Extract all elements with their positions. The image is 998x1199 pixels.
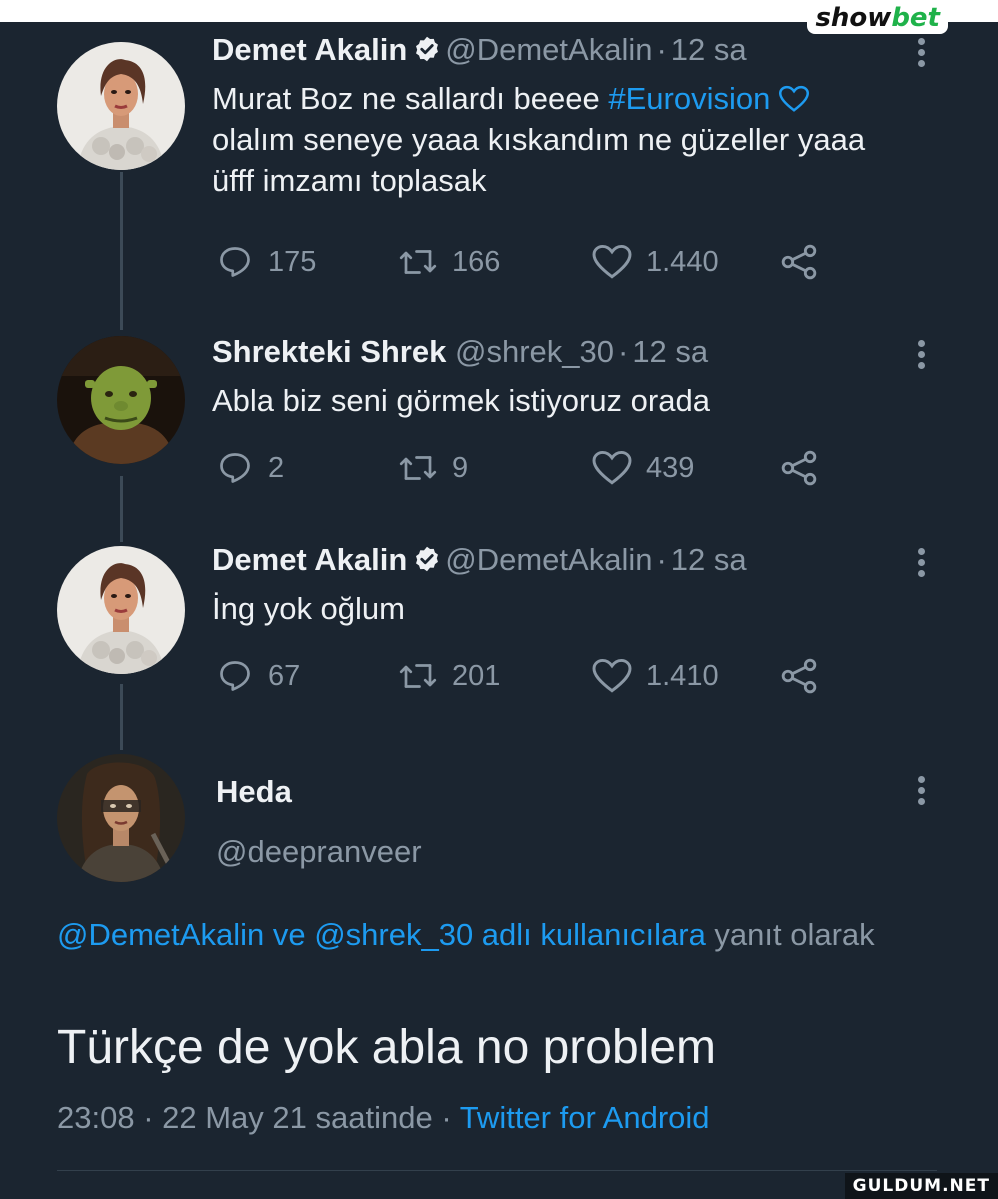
hashtag-link[interactable]: #Eurovision: [608, 81, 770, 116]
mention-link[interactable]: @DemetAkalin: [57, 917, 264, 952]
author-name[interactable]: Shrekteki Shrek: [212, 334, 446, 369]
like-count: 439: [646, 451, 695, 484]
tweet-time[interactable]: 12 sa: [671, 32, 747, 67]
like-icon: [592, 658, 632, 693]
tweet-3[interactable]: Demet Akalin @DemetAkalin · 12 sa İng yok o…: [0, 540, 998, 710]
tweet-text: Abla biz seni görmek istiyoruz orada: [212, 383, 710, 418]
retweet-count: 9: [452, 451, 469, 484]
retweet-icon: [399, 456, 437, 480]
share-icon: [781, 658, 817, 694]
reply-icon: [220, 453, 250, 483]
verified-badge-icon: [416, 36, 439, 62]
reply-icon: [220, 247, 250, 277]
more-options-icon[interactable]: [906, 34, 936, 74]
tweet-actions: 2 9 439: [212, 448, 852, 488]
author-name[interactable]: Demet Akalin: [212, 542, 407, 577]
share-button[interactable]: [780, 448, 832, 488]
reply-count: 175: [268, 245, 317, 278]
like-icon: [592, 244, 632, 279]
tweet-source[interactable]: Twitter for Android: [460, 1100, 710, 1135]
share-button[interactable]: [780, 242, 832, 282]
tweet-timestamp[interactable]: 23:08 · 22 May 21 saatinde: [57, 1100, 433, 1135]
retweet-icon: [399, 664, 437, 688]
separator-dot: ·: [656, 542, 667, 577]
share-button[interactable]: [780, 656, 832, 696]
like-button[interactable]: 1.440: [592, 242, 719, 282]
author-name[interactable]: Demet Akalin: [212, 32, 407, 67]
tweet-2[interactable]: Shrekteki Shrek @shrek_30 · 12 sa Abla biz…: [0, 332, 998, 502]
blue-heart-icon: [778, 85, 809, 112]
retweet-button[interactable]: 201: [398, 656, 500, 696]
retweet-button[interactable]: 166: [398, 242, 500, 282]
author-handle[interactable]: @shrek_30: [455, 334, 614, 369]
like-count: 1.410: [646, 659, 719, 692]
avatar-heda[interactable]: [57, 754, 185, 882]
tweet-text: İng yok oğlum: [212, 591, 405, 626]
tweet-actions: 67 201 1.410: [212, 656, 852, 696]
like-button[interactable]: 439: [592, 448, 694, 488]
verified-badge-icon: [416, 546, 439, 572]
tweet-time[interactable]: 12 sa: [632, 334, 708, 369]
tweet-meta: 23:08 · 22 May 21 saatinde · Twitter for…: [57, 1100, 710, 1135]
reply-button[interactable]: 175: [216, 242, 316, 282]
author-handle[interactable]: @deepranveer: [216, 832, 422, 872]
divider: [57, 1170, 937, 1171]
retweet-button[interactable]: 9: [398, 448, 468, 488]
separator-dot: ·: [617, 334, 629, 369]
author-name[interactable]: Heda: [216, 772, 292, 812]
tweet-1[interactable]: Demet Akalin @DemetAkalin · 12 sa Murat Boz…: [0, 30, 998, 320]
author-handle[interactable]: @DemetAkalin: [445, 542, 652, 577]
tweet-actions: 175 166 1.440: [212, 242, 852, 282]
retweet-count: 166: [452, 245, 501, 278]
reply-count: 2: [268, 451, 285, 484]
share-icon: [781, 244, 817, 280]
more-options-icon[interactable]: [906, 544, 936, 584]
reply-button[interactable]: 67: [216, 656, 300, 696]
reply-count: 67: [268, 659, 301, 692]
share-icon: [781, 450, 817, 486]
retweet-count: 201: [452, 659, 501, 692]
avatar-demet[interactable]: [57, 42, 185, 170]
avatar-demet[interactable]: [57, 546, 185, 674]
retweet-icon: [399, 250, 437, 274]
mention-link[interactable]: @shrek_30: [314, 917, 473, 952]
like-icon: [592, 450, 632, 485]
like-count: 1.440: [646, 245, 719, 278]
reply-context: @DemetAkalin ve @shrek_30 adlı kullanıcı…: [57, 917, 875, 952]
tweet-text: Murat Boz ne sallardı beeee #Eurovision …: [212, 81, 866, 198]
tweet-time[interactable]: 12 sa: [671, 542, 747, 577]
reply-button[interactable]: 2: [216, 448, 284, 488]
more-options-icon[interactable]: [906, 336, 936, 376]
like-button[interactable]: 1.410: [592, 656, 719, 696]
main-tweet-text: Türkçe de yok abla no problem: [57, 1021, 717, 1074]
more-options-icon[interactable]: [906, 772, 936, 812]
separator-dot: ·: [656, 32, 667, 67]
reply-icon: [220, 661, 250, 691]
author-handle[interactable]: @DemetAkalin: [445, 32, 652, 67]
site-watermark: GULDUM.NET: [844, 1173, 998, 1199]
avatar-shrek[interactable]: [57, 336, 185, 464]
